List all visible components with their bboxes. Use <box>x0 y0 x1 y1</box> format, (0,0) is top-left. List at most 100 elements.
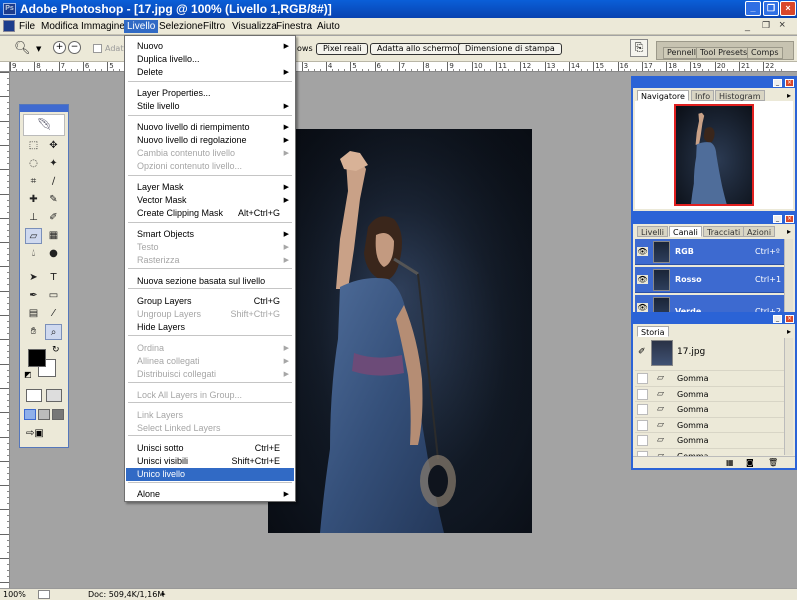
menu-item[interactable]: Nuova sezione basata sul livello <box>126 275 294 288</box>
tab-azioni[interactable]: Azioni <box>743 226 776 237</box>
channels-scrollbar[interactable] <box>784 239 793 317</box>
zoom-in-icon[interactable]: + <box>53 41 66 54</box>
zoom-out-icon[interactable]: − <box>68 41 81 54</box>
menu-item[interactable]: Layer Mask ▶ <box>126 181 294 194</box>
default-colors-icon[interactable]: ◩ <box>24 370 32 379</box>
menu-item[interactable]: Nuovo ▶ <box>126 40 294 53</box>
print-size-button[interactable]: Dimensione di stampa <box>458 43 562 55</box>
menu-aiuto[interactable]: Aiuto <box>314 20 343 33</box>
history-snapshot-row[interactable]: ✐ 17.jpg <box>635 338 787 368</box>
marquee-tool-icon[interactable]: ⬚ <box>25 138 42 154</box>
notes-tool-icon[interactable]: ▤ <box>25 306 42 322</box>
history-brush-checkbox[interactable] <box>637 435 648 446</box>
menu-item[interactable]: Unisci sotto Ctrl+E <box>126 442 294 455</box>
screen-mode-menu-icon[interactable] <box>38 409 50 420</box>
fit-screen-button[interactable]: Adatta allo schermo <box>370 43 465 55</box>
history-brush-checkbox[interactable] <box>637 404 648 415</box>
clone-stamp-icon[interactable]: ⊥ <box>25 210 42 226</box>
history-title-bar[interactable]: _ × <box>633 314 795 324</box>
status-zoom-box[interactable] <box>38 590 50 599</box>
menu-finestra[interactable]: Finestra <box>273 20 315 33</box>
healing-brush-icon[interactable]: ✚ <box>25 192 42 208</box>
path-selection-icon[interactable]: ➤ <box>25 270 42 286</box>
menu-item[interactable]: Stile livello ▶ <box>126 100 294 113</box>
doc-restore-icon[interactable]: ❐ <box>762 20 770 31</box>
doc-close-icon[interactable]: × <box>779 19 785 31</box>
tab-histogram[interactable]: Histogram <box>715 90 765 101</box>
tab-storia[interactable]: Storia <box>637 326 669 337</box>
foreground-color-swatch-top[interactable] <box>28 349 46 367</box>
dodge-tool-icon[interactable]: ● <box>45 246 62 262</box>
hand-tool-icon[interactable]: ✋︎ <box>25 324 42 340</box>
eraser-tool-icon[interactable]: ▱ <box>25 228 42 244</box>
actual-pixels-button[interactable]: Pixel reali <box>316 43 369 55</box>
navigator-view-box[interactable] <box>674 104 754 206</box>
menu-file[interactable]: File <box>16 20 38 33</box>
move-tool-icon[interactable]: ✥ <box>45 138 62 154</box>
imageready-jump-icon[interactable]: ⇨▣ <box>26 428 44 439</box>
restore-button[interactable]: ❐ <box>763 1 779 16</box>
tab-comps[interactable]: Comps <box>747 47 783 59</box>
minimize-button[interactable]: _ <box>745 1 761 16</box>
crop-tool-icon[interactable]: ⌗ <box>25 174 42 190</box>
palette-menu-icon[interactable]: ▸ <box>787 227 791 236</box>
doc-minimize-icon[interactable]: _ <box>745 21 750 31</box>
standard-mode-icon[interactable] <box>26 389 42 402</box>
history-brush-checkbox[interactable] <box>637 373 648 384</box>
tab-livelli[interactable]: Livelli <box>637 226 669 237</box>
magic-wand-icon[interactable]: ✦ <box>45 156 62 172</box>
blur-tool-icon[interactable]: 💧︎ <box>25 246 42 262</box>
palette-minimize-icon[interactable]: _ <box>773 215 782 223</box>
palette-menu-icon[interactable]: ▸ <box>787 327 791 336</box>
menu-item[interactable]: Layer Properties... <box>126 87 294 100</box>
eyedropper-icon[interactable]: ⁄ <box>45 306 62 322</box>
menu-item[interactable]: Unico livello <box>126 468 294 481</box>
menu-item[interactable]: Nuovo livello di regolazione ▶ <box>126 134 294 147</box>
shape-tool-icon[interactable]: ▭ <box>45 288 62 304</box>
eye-icon[interactable]: 👁︎ <box>637 303 648 312</box>
palette-minimize-icon[interactable]: _ <box>773 315 782 323</box>
new-document-icon[interactable]: ▦ <box>726 458 734 467</box>
slice-tool-icon[interactable]: ∕ <box>45 174 62 190</box>
document-icon[interactable] <box>3 20 15 32</box>
tab-tracciati[interactable]: Tracciati <box>703 226 745 237</box>
pen-tool-icon[interactable]: ✒ <box>25 288 42 304</box>
zoom-tool-box-icon[interactable]: ⌕ <box>45 324 62 340</box>
status-menu-icon[interactable]: ▸ <box>162 589 166 600</box>
tab-navigatore[interactable]: Navigatore <box>637 90 689 101</box>
menu-item[interactable]: Vector Mask ▶ <box>126 194 294 207</box>
zoom-tool-icon[interactable]: 🔍︎ <box>14 41 31 56</box>
palette-well-icon[interactable]: ⎘ <box>630 39 648 57</box>
palette-menu-icon[interactable]: ▸ <box>787 91 791 100</box>
type-tool-icon[interactable]: T <box>45 270 62 286</box>
history-brush-checkbox[interactable] <box>637 419 648 431</box>
brush-tool-icon[interactable]: ✎ <box>45 192 62 208</box>
channel-row-rosso[interactable]: 👁︎ Rosso Ctrl+1 <box>635 267 785 293</box>
tab-info[interactable]: Info <box>691 90 715 101</box>
document-image[interactable] <box>268 129 532 533</box>
menu-item[interactable]: Alone ▶ <box>126 488 294 501</box>
channels-title-bar[interactable]: _ × <box>633 214 795 224</box>
menu-item[interactable]: Unisci visibili Shift+Ctrl+E <box>126 455 294 468</box>
history-step[interactable]: ▱ Gomma <box>635 370 789 385</box>
history-step[interactable]: ▱ Gomma <box>635 432 789 447</box>
history-brush-checkbox[interactable] <box>637 388 648 400</box>
toolbox-title-bar[interactable] <box>20 105 68 112</box>
adobe-feather-icon[interactable]: 🪶︎ <box>23 114 65 136</box>
palette-close-icon[interactable]: × <box>785 315 794 323</box>
menu-item[interactable]: Group Layers Ctrl+G <box>126 295 294 308</box>
trash-icon[interactable]: 🗑︎ <box>768 458 778 467</box>
tab-tool-presets[interactable]: Tool Presets <box>696 47 752 59</box>
menu-item[interactable]: Nuovo livello di riempimento ▶ <box>126 121 294 134</box>
menu-immagine[interactable]: Immagine <box>78 20 128 33</box>
menu-item[interactable]: Delete ▶ <box>126 66 294 79</box>
menu-item[interactable]: Duplica livello... <box>126 53 294 66</box>
menu-item[interactable]: Hide Layers <box>126 321 294 334</box>
history-brush-icon[interactable]: ✐ <box>45 210 62 226</box>
tab-canali[interactable]: Canali <box>669 226 702 237</box>
gradient-tool-icon[interactable]: ▦ <box>45 228 62 244</box>
navigator-title-bar[interactable]: _ × <box>633 78 795 88</box>
eye-icon[interactable]: 👁︎ <box>637 247 648 256</box>
screen-mode-standard-icon[interactable] <box>24 409 36 420</box>
zoom-level[interactable]: 100% <box>3 589 26 600</box>
